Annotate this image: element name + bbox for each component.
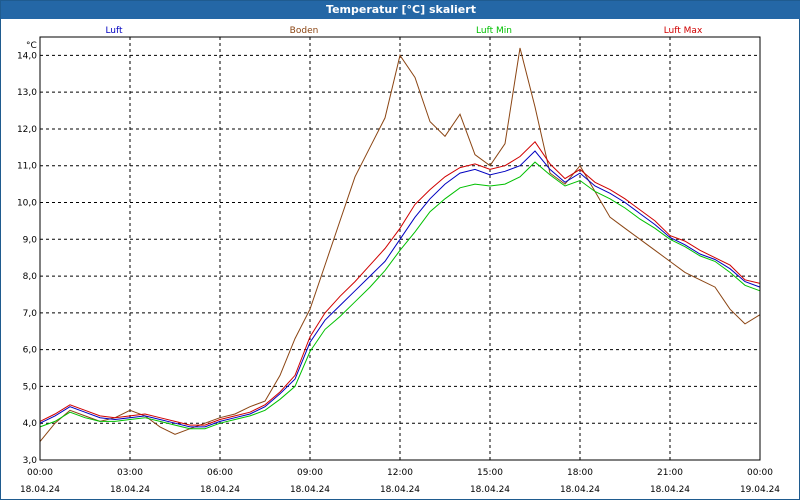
y-tick-label: 5,0: [23, 382, 38, 392]
x-tick-time: 09:00: [297, 468, 323, 478]
legend: Luft Boden Luft Min Luft Max: [105, 26, 703, 36]
x-tick-date: 19.04.24: [740, 485, 780, 495]
x-tick-time: 00:00: [747, 468, 773, 478]
y-tick-label: 8,0: [23, 272, 38, 282]
x-tick-time: 12:00: [387, 468, 413, 478]
y-tick-label: 6,0: [23, 346, 38, 356]
x-tick-time: 03:00: [117, 468, 143, 478]
x-tick-time: 18:00: [567, 468, 593, 478]
y-axis-ticks: 3,0 4,0 5,0 6,0 7,0 8,0 9,0 10,0 11,0 12,0 13,0 14,…: [17, 51, 37, 466]
series-line-boden: [39, 47, 761, 442]
y-axis-label: °C: [26, 41, 37, 51]
y-tick-label: 12,0: [17, 125, 37, 135]
y-tick-label: 7,0: [23, 309, 38, 319]
series-lines: [39, 47, 761, 442]
x-tick-time: 06:00: [207, 468, 233, 478]
y-tick-label: 14,0: [17, 51, 37, 61]
x-tick-time: 00:00: [27, 468, 53, 478]
x-tick-date: 18.04.24: [290, 485, 330, 495]
x-tick-date: 18.04.24: [650, 485, 690, 495]
legend-entry: Luft Max: [664, 26, 703, 36]
y-tick-label: 9,0: [23, 235, 38, 245]
y-tick-label: 13,0: [17, 88, 37, 98]
x-tick-date: 18.04.24: [560, 485, 600, 495]
x-tick-date: 18.04.24: [470, 485, 510, 495]
x-tick-time: 15:00: [477, 468, 503, 478]
x-axis-ticks: 00:00 18.04.24 03:00 18.04.24 06:00 18.04.24 0…: [20, 468, 780, 495]
temperature-chart: 3,0 4,0 5,0 6,0 7,0 8,0 9,0 10,0 11,0 12,0 13,0 14,…: [17, 26, 780, 495]
legend-entry: Boden: [290, 26, 319, 36]
y-tick-label: 3,0: [23, 456, 38, 466]
y-tick-label: 11,0: [17, 162, 37, 172]
x-tick-date: 18.04.24: [200, 485, 240, 495]
y-tick-label: 10,0: [17, 199, 37, 209]
x-tick-date: 18.04.24: [380, 485, 420, 495]
x-tick-date: 18.04.24: [20, 485, 60, 495]
x-tick-time: 21:00: [657, 468, 683, 478]
x-tick-date: 18.04.24: [110, 485, 150, 495]
y-tick-label: 4,0: [23, 419, 38, 429]
legend-entry: Luft: [105, 26, 123, 36]
legend-entry: Luft Min: [476, 26, 512, 36]
